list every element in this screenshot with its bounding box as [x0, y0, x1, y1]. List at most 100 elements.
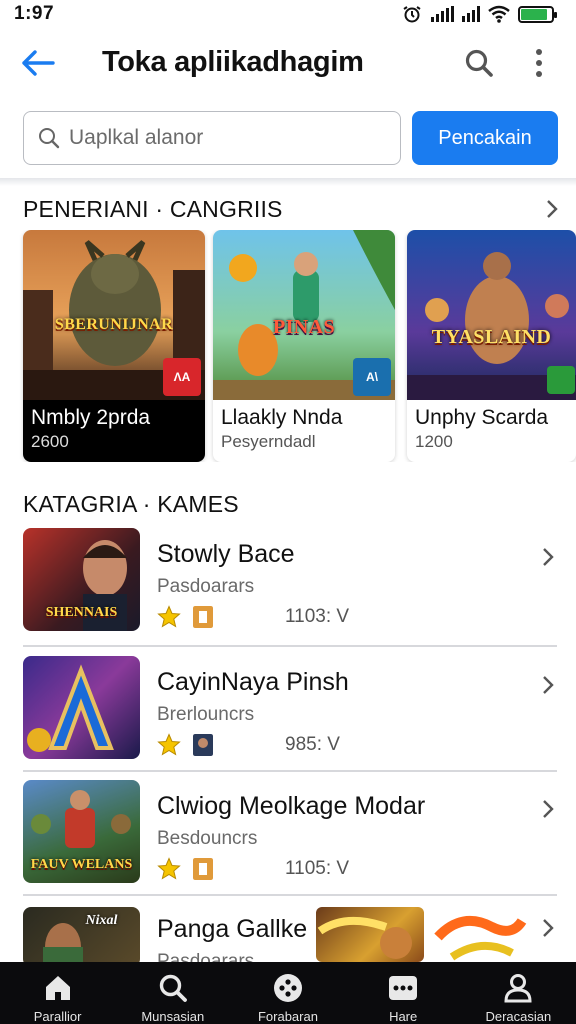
- game-art-title: TYASLAIND: [431, 326, 552, 348]
- profile-icon: [502, 972, 534, 1003]
- nav-item-profile[interactable]: Deracasian: [461, 962, 576, 1024]
- search-submit-button[interactable]: Pencakain: [412, 111, 558, 165]
- more-options-button[interactable]: [524, 44, 554, 82]
- item-meta: 985: V: [157, 732, 357, 758]
- promo-thumbnail: [316, 907, 424, 962]
- list-item[interactable]: SHENNAIS Stowly Bace Pasdoarars 1103: V: [0, 520, 576, 642]
- search-icon: [157, 972, 189, 1003]
- chevron-right-icon[interactable]: [537, 674, 559, 696]
- game-thumbnail: Nixal: [23, 907, 140, 967]
- search-field[interactable]: [23, 111, 401, 165]
- gamepad-icon: [272, 972, 304, 1003]
- more-dot-icon: [536, 49, 542, 55]
- publisher-badge: [547, 366, 575, 394]
- thumbnail-title: SHENNAIS: [45, 605, 118, 620]
- header-shadow: [0, 178, 576, 186]
- search-icon: [39, 128, 60, 149]
- nav-item-home[interactable]: Parallior: [0, 962, 115, 1024]
- publisher-badge: A\: [353, 358, 391, 396]
- card-info: Unphy Scarda 1200: [407, 400, 576, 462]
- battery-icon: [518, 5, 557, 23]
- item-title: Stowly Bace: [157, 540, 295, 568]
- signal-icon-secondary: [462, 6, 480, 22]
- category-badge-icon: [193, 858, 213, 880]
- card-info: Nmbly 2prda 2600: [23, 400, 205, 462]
- item-subtitle: Pasdoarars: [157, 576, 255, 597]
- item-subtitle: Besdouncrs: [157, 828, 258, 849]
- nav-label: Hare: [389, 1009, 418, 1024]
- star-icon: [157, 733, 181, 756]
- chevron-right-icon[interactable]: [537, 546, 559, 568]
- list-item[interactable]: Nixal Panga Gallke Pasdoarars: [0, 897, 576, 972]
- game-thumbnail: FAUV WELANS: [23, 780, 140, 883]
- section-title: PENERIANI · CANGRIIS: [23, 195, 283, 222]
- section-title: KATAGRIA · KAMES: [23, 490, 239, 517]
- item-meta: 1105: V: [157, 856, 357, 882]
- game-art-title: SBERUNIJNAR: [54, 316, 174, 333]
- card-name: Llaakly Nnda: [221, 406, 343, 429]
- page-title: Toka apliikadhagim: [102, 46, 364, 78]
- promo-thumbnail: [432, 907, 528, 962]
- item-value: 985: V: [285, 734, 340, 755]
- item-subtitle: Brerlouncrs: [157, 704, 255, 725]
- nav-item-search[interactable]: Munsasian: [115, 962, 230, 1024]
- nav-label: Deracasian: [485, 1009, 552, 1024]
- search-button[interactable]: [460, 44, 498, 82]
- item-value: 1103: V: [285, 606, 350, 627]
- game-art: TYASLAIND: [407, 230, 576, 400]
- featured-carousel[interactable]: SBERUNIJNAR ΛA Nmbly 2prda 2600 PINAS A\…: [0, 230, 576, 462]
- game-thumbnail: A: [23, 656, 140, 759]
- chat-icon: [387, 972, 419, 1003]
- item-title: Panga Gallke: [157, 915, 308, 943]
- thumbnail-title: Nixal: [85, 913, 118, 928]
- nav-label: Parallior: [33, 1009, 82, 1024]
- card-name: Unphy Scarda: [415, 406, 549, 429]
- item-meta: 1103: V: [157, 604, 357, 630]
- wifi-icon: [488, 5, 510, 23]
- alarm-icon: [403, 6, 421, 23]
- game-art: SBERUNIJNAR ΛA: [23, 230, 205, 400]
- bottom-nav: Parallior Munsasian Forabaran Hare Derac…: [0, 962, 576, 1024]
- card-meta: 1200: [415, 432, 453, 451]
- star-icon: [157, 605, 181, 628]
- card-meta: 2600: [31, 432, 69, 451]
- list-item[interactable]: FAUV WELANS Clwiog Meolkage Modar Besdou…: [0, 772, 576, 894]
- card-info: Llaakly Nnda Pesyerndadl: [213, 400, 395, 462]
- star-icon: [157, 857, 181, 880]
- divider: [23, 894, 557, 896]
- game-thumbnail: SHENNAIS: [23, 528, 140, 631]
- card-meta: Pesyerndadl: [221, 432, 316, 451]
- more-dot-icon: [536, 60, 542, 66]
- list-item[interactable]: A CayinNaya Pinsh Brerlouncrs 985: V: [0, 648, 576, 770]
- status-time: 1:97: [14, 3, 55, 24]
- nav-label: Munsasian: [141, 1009, 205, 1024]
- chevron-right-icon[interactable]: [537, 917, 559, 939]
- signal-icon: [431, 6, 454, 22]
- home-icon: [42, 972, 74, 1003]
- search-input[interactable]: [69, 126, 379, 150]
- category-badge-icon: [193, 734, 213, 756]
- nav-item-games[interactable]: Forabaran: [230, 962, 345, 1024]
- featured-section-header[interactable]: PENERIANI · CANGRIIS: [23, 194, 563, 224]
- nav-item-chat[interactable]: Hare: [346, 962, 461, 1024]
- status-bar: 1:97: [0, 0, 576, 28]
- featured-card[interactable]: TYASLAIND Unphy Scarda 1200: [407, 230, 576, 462]
- featured-card[interactable]: PINAS A\ Llaakly Nnda Pesyerndadl: [213, 230, 395, 462]
- search-row: Pencakain: [0, 110, 576, 166]
- divider: [23, 645, 557, 647]
- nav-label: Forabaran: [257, 1009, 318, 1024]
- chevron-right-icon[interactable]: [541, 198, 563, 220]
- app-bar: Toka apliikadhagim: [0, 30, 576, 96]
- search-icon: [465, 49, 493, 77]
- publisher-badge: ΛA: [163, 358, 201, 396]
- featured-card[interactable]: SBERUNIJNAR ΛA Nmbly 2prda 2600: [23, 230, 205, 462]
- category-section-header: KATAGRIA · KAMES: [23, 489, 563, 519]
- chevron-right-icon[interactable]: [537, 798, 559, 820]
- thumbnail-title: FAUV WELANS: [30, 857, 133, 872]
- item-title: CayinNaya Pinsh: [157, 668, 349, 696]
- category-badge-icon: [193, 606, 213, 628]
- game-art-title: PINAS: [272, 316, 335, 338]
- game-art: PINAS A\: [213, 230, 395, 400]
- item-title: Clwiog Meolkage Modar: [157, 792, 426, 820]
- back-button[interactable]: [18, 45, 58, 81]
